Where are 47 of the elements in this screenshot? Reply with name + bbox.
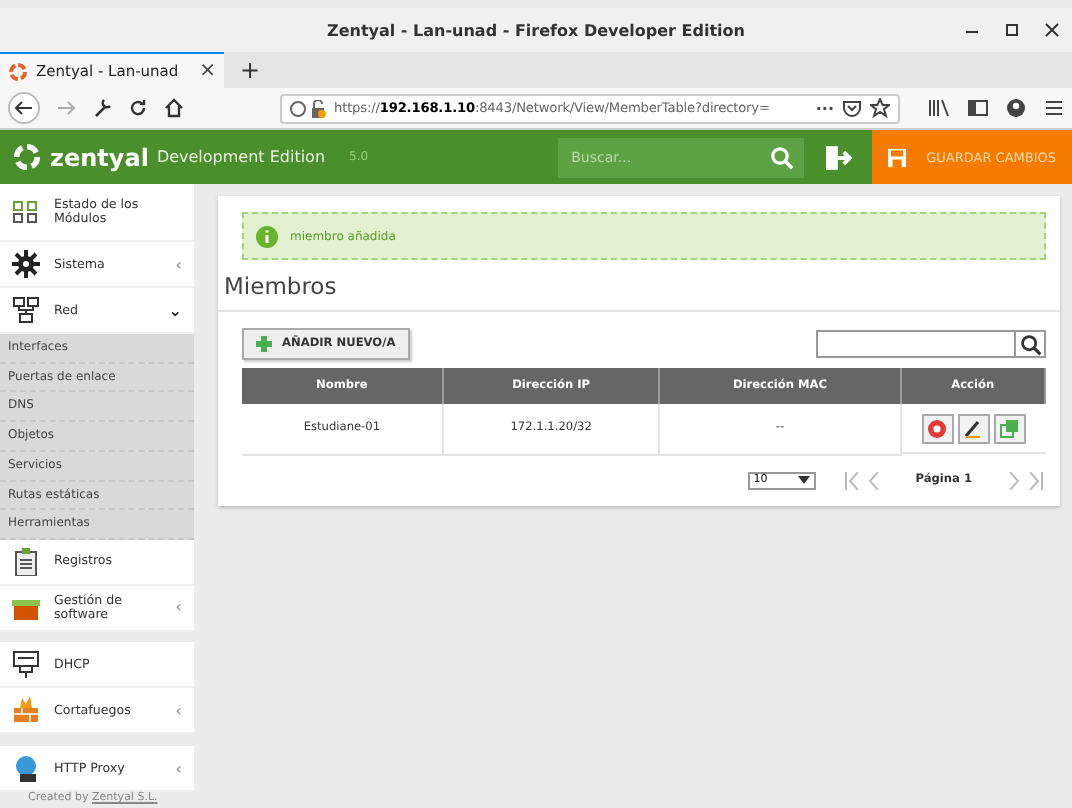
wall-icon (12, 696, 40, 725)
server-icon (12, 650, 40, 679)
new-tab-button[interactable]: + (224, 52, 277, 88)
info-icon (256, 225, 278, 247)
logo-icon (12, 142, 42, 172)
expand-arrow[interactable]: ⌄ (168, 301, 182, 319)
library-icon[interactable] (928, 98, 950, 118)
gear-icon (12, 250, 40, 278)
expand-arrow[interactable]: ‹ (175, 701, 182, 720)
delete-icon (928, 419, 947, 437)
clone-icon (1000, 419, 1019, 437)
clipboard-icon (12, 547, 40, 576)
account-icon[interactable] (1006, 98, 1026, 118)
search-field[interactable] (816, 330, 1016, 358)
modules-icon (12, 198, 40, 226)
reload-icon[interactable] (128, 98, 148, 118)
logo-icon (8, 61, 28, 81)
expand-arrow[interactable]: ‹ (175, 759, 182, 778)
wrench-icon[interactable] (92, 98, 112, 118)
logo-text: zentyal (50, 143, 149, 171)
network-icon (12, 296, 40, 324)
logout-icon[interactable] (824, 143, 852, 171)
search-button[interactable] (1016, 330, 1046, 358)
edit-button[interactable] (957, 413, 990, 443)
home-icon[interactable] (164, 98, 184, 118)
pencil-icon (964, 419, 983, 437)
back-icon[interactable] (8, 92, 40, 124)
pocket-icon[interactable] (842, 98, 862, 118)
edition-label: Development Edition (156, 148, 326, 166)
floppy-icon (888, 145, 907, 169)
search-icon (1019, 333, 1041, 355)
maximize-icon[interactable] (1004, 22, 1020, 38)
page-title: Miembros (218, 268, 1060, 312)
lock-icon (290, 99, 326, 117)
close-tab-button[interactable]: × (199, 60, 216, 82)
window-title: Zentyal - Lan-unad - Firefox Developer Edition (327, 21, 745, 39)
star-icon[interactable] (870, 98, 890, 118)
search-icon[interactable] (770, 145, 795, 169)
expand-arrow[interactable]: ‹ (175, 255, 182, 273)
delete-button[interactable] (921, 413, 954, 443)
dropdown-icon (797, 475, 810, 485)
close-icon[interactable] (1044, 22, 1060, 38)
sidebar-icon[interactable] (968, 98, 988, 118)
menu-icon[interactable] (1044, 98, 1064, 118)
plus-icon (256, 336, 272, 352)
expand-arrow[interactable]: ‹ (175, 598, 182, 617)
more-button[interactable]: ··· (815, 99, 834, 117)
